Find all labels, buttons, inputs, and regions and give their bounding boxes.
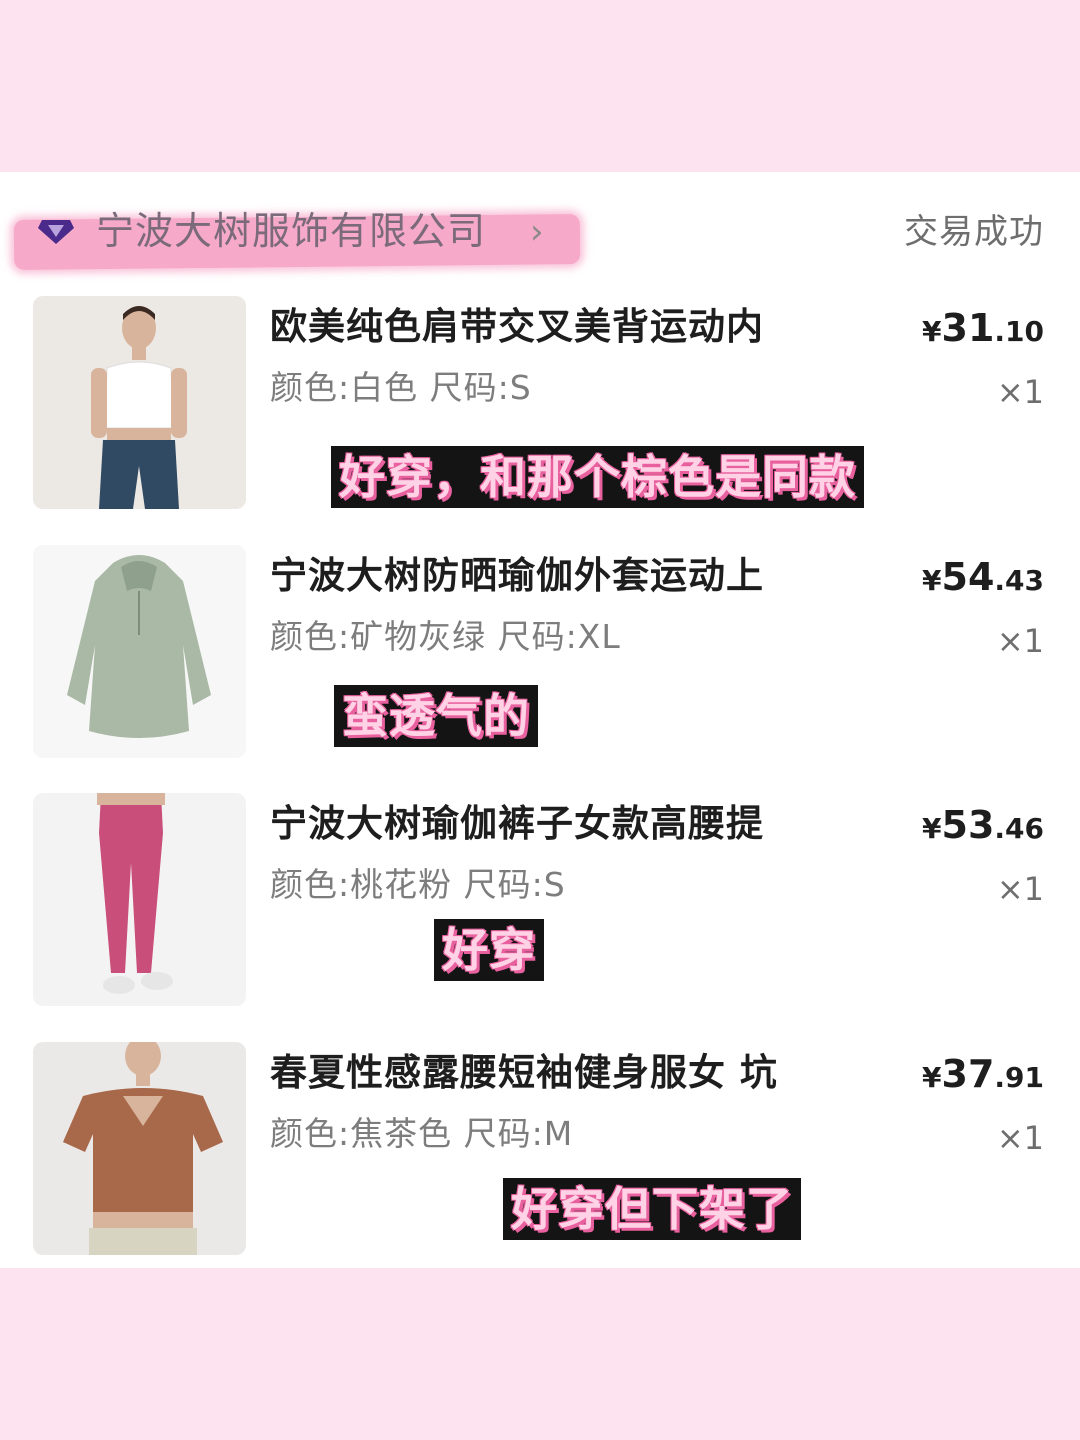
product-price: ¥54.43: [922, 555, 1044, 599]
product-thumbnail[interactable]: [33, 296, 246, 509]
order-item[interactable]: 宁波大树防晒瑜伽外套运动上 颜色:矿物灰绿 尺码:XL ¥54.43 ×1 蛮透…: [0, 545, 1080, 775]
product-thumbnail[interactable]: [33, 793, 246, 1006]
product-quantity: ×1: [996, 622, 1044, 660]
order-status: 交易成功: [904, 212, 1044, 252]
product-spec: 颜色:白色 尺码:S: [270, 368, 532, 407]
top-background-band: [0, 0, 1080, 172]
price-currency: ¥: [922, 1061, 942, 1094]
review-comment: 好穿: [434, 919, 544, 981]
product-price: ¥31.10: [922, 306, 1044, 350]
shop-diamond-icon: [38, 220, 74, 244]
order-item[interactable]: 春夏性感露腰短袖健身服女 坑 颜色:焦茶色 尺码:M ¥37.91 ×1 好穿但…: [0, 1042, 1080, 1272]
bottom-background-band: [0, 1268, 1080, 1440]
review-comment: 好穿，和那个棕色是同款: [331, 446, 864, 508]
product-quantity: ×1: [996, 373, 1044, 411]
order-card: 宁波大树服饰有限公司 › 交易成功 欧美纯色肩带交叉美背运动内 颜色:白色 尺码…: [0, 172, 1080, 1268]
price-decimal: .46: [994, 812, 1044, 845]
price-currency: ¥: [922, 564, 942, 597]
price-integer: 54: [941, 555, 995, 599]
price-integer: 31: [941, 306, 995, 350]
price-decimal: .43: [994, 564, 1044, 597]
product-title[interactable]: 春夏性感露腰短袖健身服女 坑: [270, 1050, 778, 1096]
product-price: ¥37.91: [922, 1052, 1044, 1096]
order-item[interactable]: 宁波大树瑜伽裤子女款高腰提 颜色:桃花粉 尺码:S ¥53.46 ×1 好穿: [0, 793, 1080, 1023]
shop-name[interactable]: 宁波大树服饰有限公司: [96, 208, 486, 254]
product-title[interactable]: 欧美纯色肩带交叉美背运动内: [270, 304, 764, 350]
product-quantity: ×1: [996, 1119, 1044, 1157]
product-thumbnail[interactable]: [33, 545, 246, 758]
product-thumbnail[interactable]: [33, 1042, 246, 1255]
review-comment: 好穿但下架了: [503, 1178, 801, 1240]
product-title[interactable]: 宁波大树瑜伽裤子女款高腰提: [270, 801, 764, 847]
product-price: ¥53.46: [922, 803, 1044, 847]
order-item[interactable]: 欧美纯色肩带交叉美背运动内 颜色:白色 尺码:S ¥31.10 ×1 好穿，和那…: [0, 296, 1080, 526]
product-spec: 颜色:矿物灰绿 尺码:XL: [270, 617, 621, 656]
price-currency: ¥: [922, 812, 942, 845]
shop-header[interactable]: 宁波大树服饰有限公司 › 交易成功: [0, 172, 1080, 282]
price-decimal: .10: [994, 315, 1044, 348]
product-spec: 颜色:桃花粉 尺码:S: [270, 865, 566, 904]
price-currency: ¥: [922, 315, 942, 348]
price-integer: 53: [941, 803, 995, 847]
price-decimal: .91: [994, 1061, 1044, 1094]
product-quantity: ×1: [996, 870, 1044, 908]
product-title[interactable]: 宁波大树防晒瑜伽外套运动上: [270, 553, 764, 599]
chevron-right-icon[interactable]: ›: [530, 210, 544, 254]
review-comment: 蛮透气的: [334, 685, 538, 747]
price-integer: 37: [941, 1052, 995, 1096]
product-spec: 颜色:焦茶色 尺码:M: [270, 1114, 574, 1153]
